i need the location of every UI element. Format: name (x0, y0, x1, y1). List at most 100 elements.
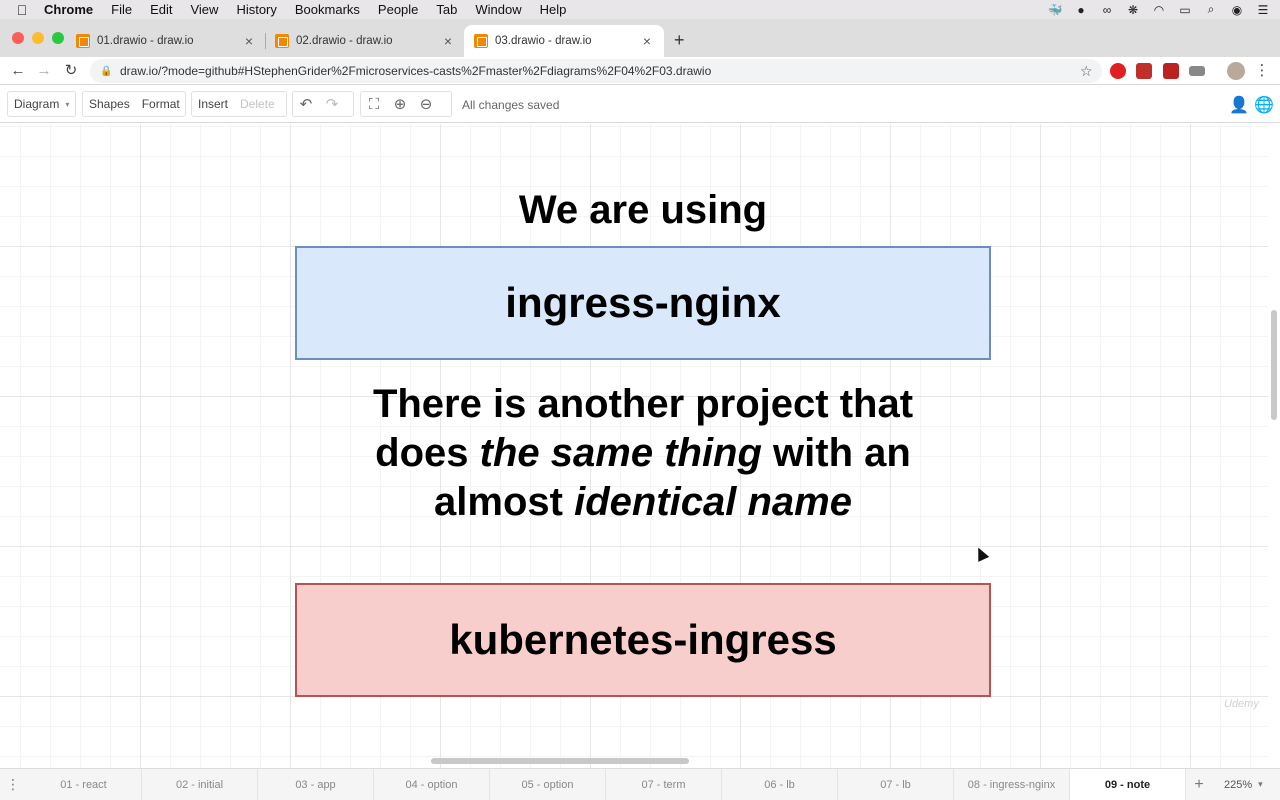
back-arrow-icon[interactable]: ← (8, 61, 28, 81)
fit-page-icon[interactable]: ⛶ (361, 96, 387, 113)
reader-extension-icon[interactable] (1189, 66, 1205, 76)
page-tab-07[interactable]: 06 - lb (722, 768, 838, 800)
browser-toolbar: ← → ↻ 🔒 draw.io/?mode=github#HStephenGri… (0, 57, 1280, 85)
panels-group: Shapes Format (82, 91, 186, 117)
history-group: ↶ ↷ (292, 91, 354, 117)
app-status-icon[interactable]: ● (1074, 3, 1088, 17)
page-tab-05[interactable]: 05 - option (490, 768, 606, 800)
notification-center-icon[interactable]: ☰ (1256, 3, 1270, 17)
zoom-out-icon[interactable]: ⊖ (413, 95, 439, 113)
battery-icon[interactable]: ▭ (1178, 3, 1192, 17)
note-line-2b: with an (773, 431, 911, 475)
format-button[interactable]: Format (136, 97, 186, 111)
vertical-scroll-thumb[interactable] (1271, 310, 1277, 420)
drawio-toolbar: Diagram ▾ Shapes Format Insert Delete ↶ … (0, 85, 1280, 123)
menu-window[interactable]: Window (475, 2, 521, 17)
menu-chrome[interactable]: Chrome (44, 2, 93, 17)
browser-tab-02[interactable]: 02.drawio - draw.io × (265, 25, 465, 57)
wifi-icon[interactable]: ◠ (1152, 3, 1166, 17)
zoom-in-icon[interactable]: ⊕ (387, 95, 413, 113)
new-tab-button[interactable]: + (674, 30, 685, 51)
forward-arrow-icon[interactable]: → (34, 61, 54, 81)
bookmark-star-icon[interactable]: ☆ (1080, 63, 1102, 80)
edit-group: Insert Delete (191, 91, 287, 117)
page-tab-09[interactable]: 08 - ingress-nginx (954, 768, 1070, 800)
ingress-nginx-box[interactable]: ingress-nginx (295, 246, 991, 360)
menu-history[interactable]: History (236, 2, 276, 17)
kubernetes-ingress-box[interactable]: kubernetes-ingress (295, 583, 991, 697)
close-window-button[interactable] (12, 32, 24, 44)
address-url[interactable]: draw.io/?mode=github#HStephenGrider%2Fmi… (120, 64, 1080, 78)
browser-tab-strip: 01.drawio - draw.io × 02.drawio - draw.i… (0, 19, 1280, 57)
close-tab-icon[interactable]: × (441, 33, 455, 49)
shapes-button[interactable]: Shapes (83, 97, 136, 111)
chevron-down-icon[interactable]: ▾ (1258, 779, 1263, 790)
tab-title: 03.drawio - draw.io (495, 35, 592, 47)
page-tab-03[interactable]: 03 - app (258, 768, 374, 800)
mouse-cursor-icon (972, 545, 990, 562)
add-page-button[interactable]: + (1186, 776, 1212, 794)
page-tab-01[interactable]: 01 - react (26, 768, 142, 800)
delete-button[interactable]: Delete (234, 97, 281, 111)
note-line-1: There is another project that (372, 382, 914, 426)
siri-icon[interactable]: ◉ (1230, 3, 1244, 17)
menu-view[interactable]: View (190, 2, 218, 17)
page-tab-08[interactable]: 07 - lb (838, 768, 954, 800)
menu-file[interactable]: File (111, 2, 132, 17)
glasses-icon[interactable]: ∞ (1100, 3, 1114, 17)
address-bar[interactable]: 🔒 draw.io/?mode=github#HStephenGrider%2F… (90, 59, 1102, 83)
page-tab-02[interactable]: 02 - initial (142, 768, 258, 800)
note-line-2-emphasis: the same thing (479, 431, 762, 475)
udemy-watermark-logo: Udemy (1224, 698, 1259, 710)
note-line-2a: does (375, 431, 469, 475)
heading-text[interactable]: We are using (295, 188, 991, 233)
close-tab-icon[interactable]: × (640, 33, 654, 49)
spotlight-search-icon[interactable]: ⌕ (1204, 2, 1218, 17)
tab-title: 02.drawio - draw.io (296, 35, 393, 47)
menu-people[interactable]: People (378, 2, 418, 17)
close-tab-icon[interactable]: × (242, 33, 256, 49)
lastpass-extension-icon[interactable] (1136, 63, 1152, 79)
browser-tab-01[interactable]: 01.drawio - draw.io × (66, 25, 266, 57)
user-icon[interactable]: 👤 (1229, 95, 1249, 115)
horizontal-scroll-thumb[interactable] (431, 758, 689, 764)
save-status: All changes saved (462, 98, 560, 112)
undo-icon[interactable]: ↶ (293, 95, 319, 113)
vertical-scrollbar[interactable] (1268, 124, 1280, 768)
lock-icon[interactable]: 🔒 (100, 66, 114, 77)
profile-avatar[interactable] (1227, 62, 1245, 80)
chevron-down-icon[interactable]: ▾ (65, 100, 69, 109)
page-tab-04[interactable]: 04 - option (374, 768, 490, 800)
page-tabs-bar: ⋮ 01 - react 02 - initial 03 - app 04 - … (0, 768, 1280, 800)
zoom-window-button[interactable] (52, 32, 64, 44)
diagram-menu-button[interactable]: Diagram (8, 97, 65, 111)
note-text[interactable]: There is another project that does the s… (300, 380, 986, 527)
menu-bookmarks[interactable]: Bookmarks (295, 2, 360, 17)
macos-menu-bar:  Chrome File Edit View History Bookmark… (0, 0, 1280, 19)
insert-button[interactable]: Insert (192, 97, 234, 111)
extension-badge-icon[interactable] (1163, 63, 1179, 79)
globe-icon[interactable]: 🌐 (1254, 95, 1274, 115)
browser-tab-03-active[interactable]: 03.drawio - draw.io × (464, 25, 664, 57)
pages-menu-icon[interactable]: ⋮ (0, 776, 26, 793)
ublock-extension-icon[interactable] (1110, 63, 1126, 79)
page-tab-06[interactable]: 07 - term (606, 768, 722, 800)
docker-icon[interactable]: 🐳 (1048, 3, 1063, 17)
redo-icon[interactable]: ↷ (319, 95, 345, 113)
chrome-menu-icon[interactable]: ⋮ (1252, 61, 1272, 81)
page-tab-10-active[interactable]: 09 - note (1070, 768, 1186, 800)
note-line-3-emphasis: identical name (574, 480, 852, 524)
kubernetes-ingress-label: kubernetes-ingress (449, 616, 837, 663)
butterfly-icon[interactable]: ❋ (1126, 3, 1140, 17)
tab-title: 01.drawio - draw.io (97, 35, 194, 47)
menu-tab[interactable]: Tab (436, 2, 457, 17)
reload-icon[interactable]: ↻ (61, 61, 81, 81)
menu-help[interactable]: Help (540, 2, 567, 17)
menubar-status-area: 🐳 ● ∞ ❋ ◠ ▭ ⌕ ◉ ☰ (1048, 0, 1270, 19)
apple-menu-icon[interactable]:  (0, 2, 44, 18)
minimize-window-button[interactable] (32, 32, 44, 44)
diagram-menu-group: Diagram ▾ (7, 91, 76, 117)
menu-edit[interactable]: Edit (150, 2, 172, 17)
diagram-canvas[interactable]: We are using ingress-nginx There is anot… (0, 124, 1268, 768)
zoom-level[interactable]: 225% (1224, 779, 1252, 791)
